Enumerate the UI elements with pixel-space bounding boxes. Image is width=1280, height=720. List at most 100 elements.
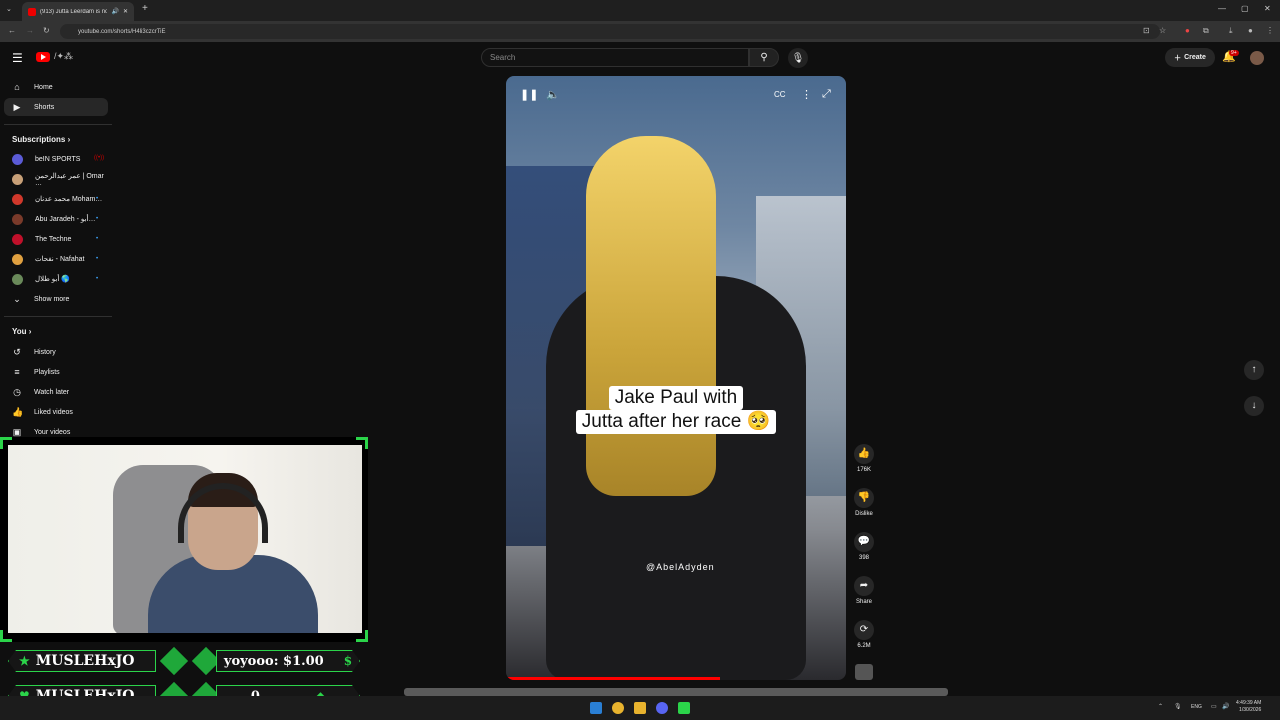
back-icon[interactable]: ← [8, 26, 16, 35]
doodle-logo-icon[interactable]: /✦⁂ [54, 51, 73, 62]
fullscreen-icon[interactable]: ⤢ [822, 88, 831, 101]
address-bar[interactable]: youtube.com/shorts/H4li3czcrTiE [60, 24, 1160, 39]
hamburger-menu-icon[interactable]: ☰ [12, 51, 23, 65]
arrow-down-icon: ↓ [1251, 400, 1257, 411]
create-label: Create [1184, 54, 1206, 61]
captions-icon[interactable]: CC [774, 90, 786, 99]
chrome-icon[interactable] [612, 702, 624, 714]
file-explorer-icon[interactable] [634, 702, 646, 714]
mic-tray-icon[interactable]: 🎙 [1174, 703, 1182, 710]
channel-name: The Techne [35, 235, 72, 243]
subscription-item[interactable]: أبو طلال 🌎 [4, 270, 108, 288]
app-icon[interactable] [678, 702, 690, 714]
subscriptions-heading[interactable]: Subscriptions › [12, 135, 70, 144]
sound-thumbnail[interactable] [855, 664, 873, 680]
donation-amount-box: yoyooo: $1.00 $ [216, 650, 360, 672]
comments-button[interactable]: 💬 398 [849, 532, 879, 561]
forward-icon[interactable]: → [26, 26, 34, 35]
subscription-item[interactable]: نفحات - Nafahat [4, 250, 108, 268]
sidebar-item-history[interactable]: ↺ History [4, 343, 108, 361]
voice-search-button[interactable]: 🎙 [788, 48, 808, 68]
profile-icon[interactable]: ● [1248, 26, 1253, 35]
sidebar-item-playlists[interactable]: ≡ Playlists [4, 363, 108, 381]
browser-menu-icon[interactable]: ⋮ [1266, 26, 1274, 35]
tab-audio-icon[interactable]: 🔊 [111, 8, 118, 15]
dollar-icon: $ [343, 654, 353, 668]
next-short-button[interactable]: ↓ [1244, 396, 1264, 416]
subscription-item[interactable]: The Techne [4, 230, 108, 248]
diamond-icon [159, 646, 189, 676]
you-heading[interactable]: You › [12, 327, 31, 336]
downloads-icon[interactable]: ⤓ [1229, 26, 1233, 36]
subscription-item[interactable]: عمر عبدالرحمن | Omar … [4, 170, 108, 188]
microphone-icon: 🎙 [791, 52, 805, 64]
webcam-feed [8, 445, 362, 633]
channel-name: عمر عبدالرحمن | Omar … [35, 172, 104, 187]
show-more-button[interactable]: ⌄ Show more [4, 290, 108, 308]
watch-later-icon: ◷ [13, 386, 21, 397]
extension-icon[interactable]: ● [1185, 26, 1190, 35]
youtube-logo[interactable] [36, 52, 50, 62]
frame-corner [356, 630, 368, 642]
pause-icon[interactable]: ❚❚ [520, 88, 538, 101]
sidebar-item-watch-later[interactable]: ◷ Watch later [4, 383, 108, 401]
divider [4, 316, 112, 317]
extensions-puzzle-icon[interactable]: ⧉ [1203, 26, 1209, 36]
share-label: Share [855, 599, 872, 605]
account-avatar[interactable] [1250, 51, 1264, 65]
reload-icon[interactable]: ↻ [43, 26, 50, 35]
dislike-button[interactable]: 👎 Dislike [849, 488, 879, 517]
shorts-player[interactable]: ❚❚ 🔈 CC ⋮ ⤢ Jake Paul with Jutta after h… [506, 76, 846, 680]
maximize-icon[interactable]: ▢ [1241, 4, 1249, 13]
like-button[interactable]: 👍 176K [849, 444, 879, 473]
search-input[interactable]: Search [481, 48, 749, 67]
subscription-item[interactable]: beIN SPORTS [4, 150, 108, 168]
discord-icon[interactable] [656, 702, 668, 714]
more-options-icon[interactable]: ⋮ [801, 88, 812, 101]
horizontal-scrollbar[interactable] [404, 688, 948, 696]
live-icon: ((•)) [94, 155, 105, 161]
minimize-icon[interactable]: — [1218, 4, 1226, 13]
search-placeholder: Search [490, 53, 516, 62]
create-button[interactable]: ＋ Create [1165, 48, 1215, 67]
remix-button[interactable]: ⟳ 6.2M [849, 620, 879, 649]
donation-text: yoyooo: $1.00 [223, 653, 324, 669]
previous-short-button[interactable]: ↑ [1244, 360, 1264, 380]
subscription-item[interactable]: محمد عدنان Moham… [4, 190, 108, 208]
video-progress-bar[interactable] [506, 677, 721, 680]
network-icon[interactable]: ▭ [1211, 703, 1217, 710]
liked-videos-icon: 👍 [12, 406, 24, 417]
bookmark-star-icon[interactable]: ☆ [1159, 26, 1166, 35]
diamond-icon [191, 646, 221, 676]
donor-box: ★ MUSLEHxJO [8, 650, 156, 672]
thumbs-down-icon: 👎 [854, 488, 874, 508]
tab-close-icon[interactable]: ✕ [123, 8, 128, 15]
browser-tab[interactable]: (913) Jutta Leerdam is not … 🔊 ✕ [22, 2, 134, 21]
new-tab-button[interactable]: + [142, 3, 148, 14]
shorts-icon: ▶ [13, 101, 21, 112]
search-button[interactable]: ⚲ [749, 48, 779, 67]
share-icon: ➦ [854, 576, 874, 596]
date: 1/30/2026 [1239, 707, 1262, 713]
frame-corner [356, 437, 368, 449]
system-clock[interactable]: 4:49:39 AM 1/30/2026 [1236, 700, 1261, 714]
sidebar-item-shorts[interactable]: ▶ Shorts [4, 98, 108, 116]
language-indicator[interactable]: ENG [1191, 704, 1202, 710]
install-icon[interactable]: ⊡ [1143, 26, 1150, 35]
share-button[interactable]: ➦ Share [849, 576, 879, 605]
you-title: You [12, 327, 27, 336]
windows-start-icon[interactable] [590, 702, 602, 714]
history-icon: ↺ [13, 346, 21, 357]
sidebar-item-home[interactable]: ⌂ Home [4, 78, 108, 96]
subscription-item[interactable]: Abu Jaradeh - أبو… [4, 210, 108, 228]
tab-search-icon[interactable]: ⌄ [6, 5, 12, 13]
close-window-icon[interactable]: ✕ [1264, 4, 1271, 13]
like-count: 176K [856, 467, 871, 473]
channel-avatar [12, 173, 23, 185]
speaker-icon[interactable]: 🔊 [1222, 703, 1229, 710]
volume-icon[interactable]: 🔈 [546, 88, 560, 101]
tray-chevron-icon[interactable]: ⌃ [1158, 703, 1163, 710]
channel-name: Abu Jaradeh - أبو… [35, 216, 96, 223]
sidebar-item-liked-videos[interactable]: 👍 Liked videos [4, 403, 108, 421]
notifications-badge: 9+ [1229, 50, 1239, 56]
